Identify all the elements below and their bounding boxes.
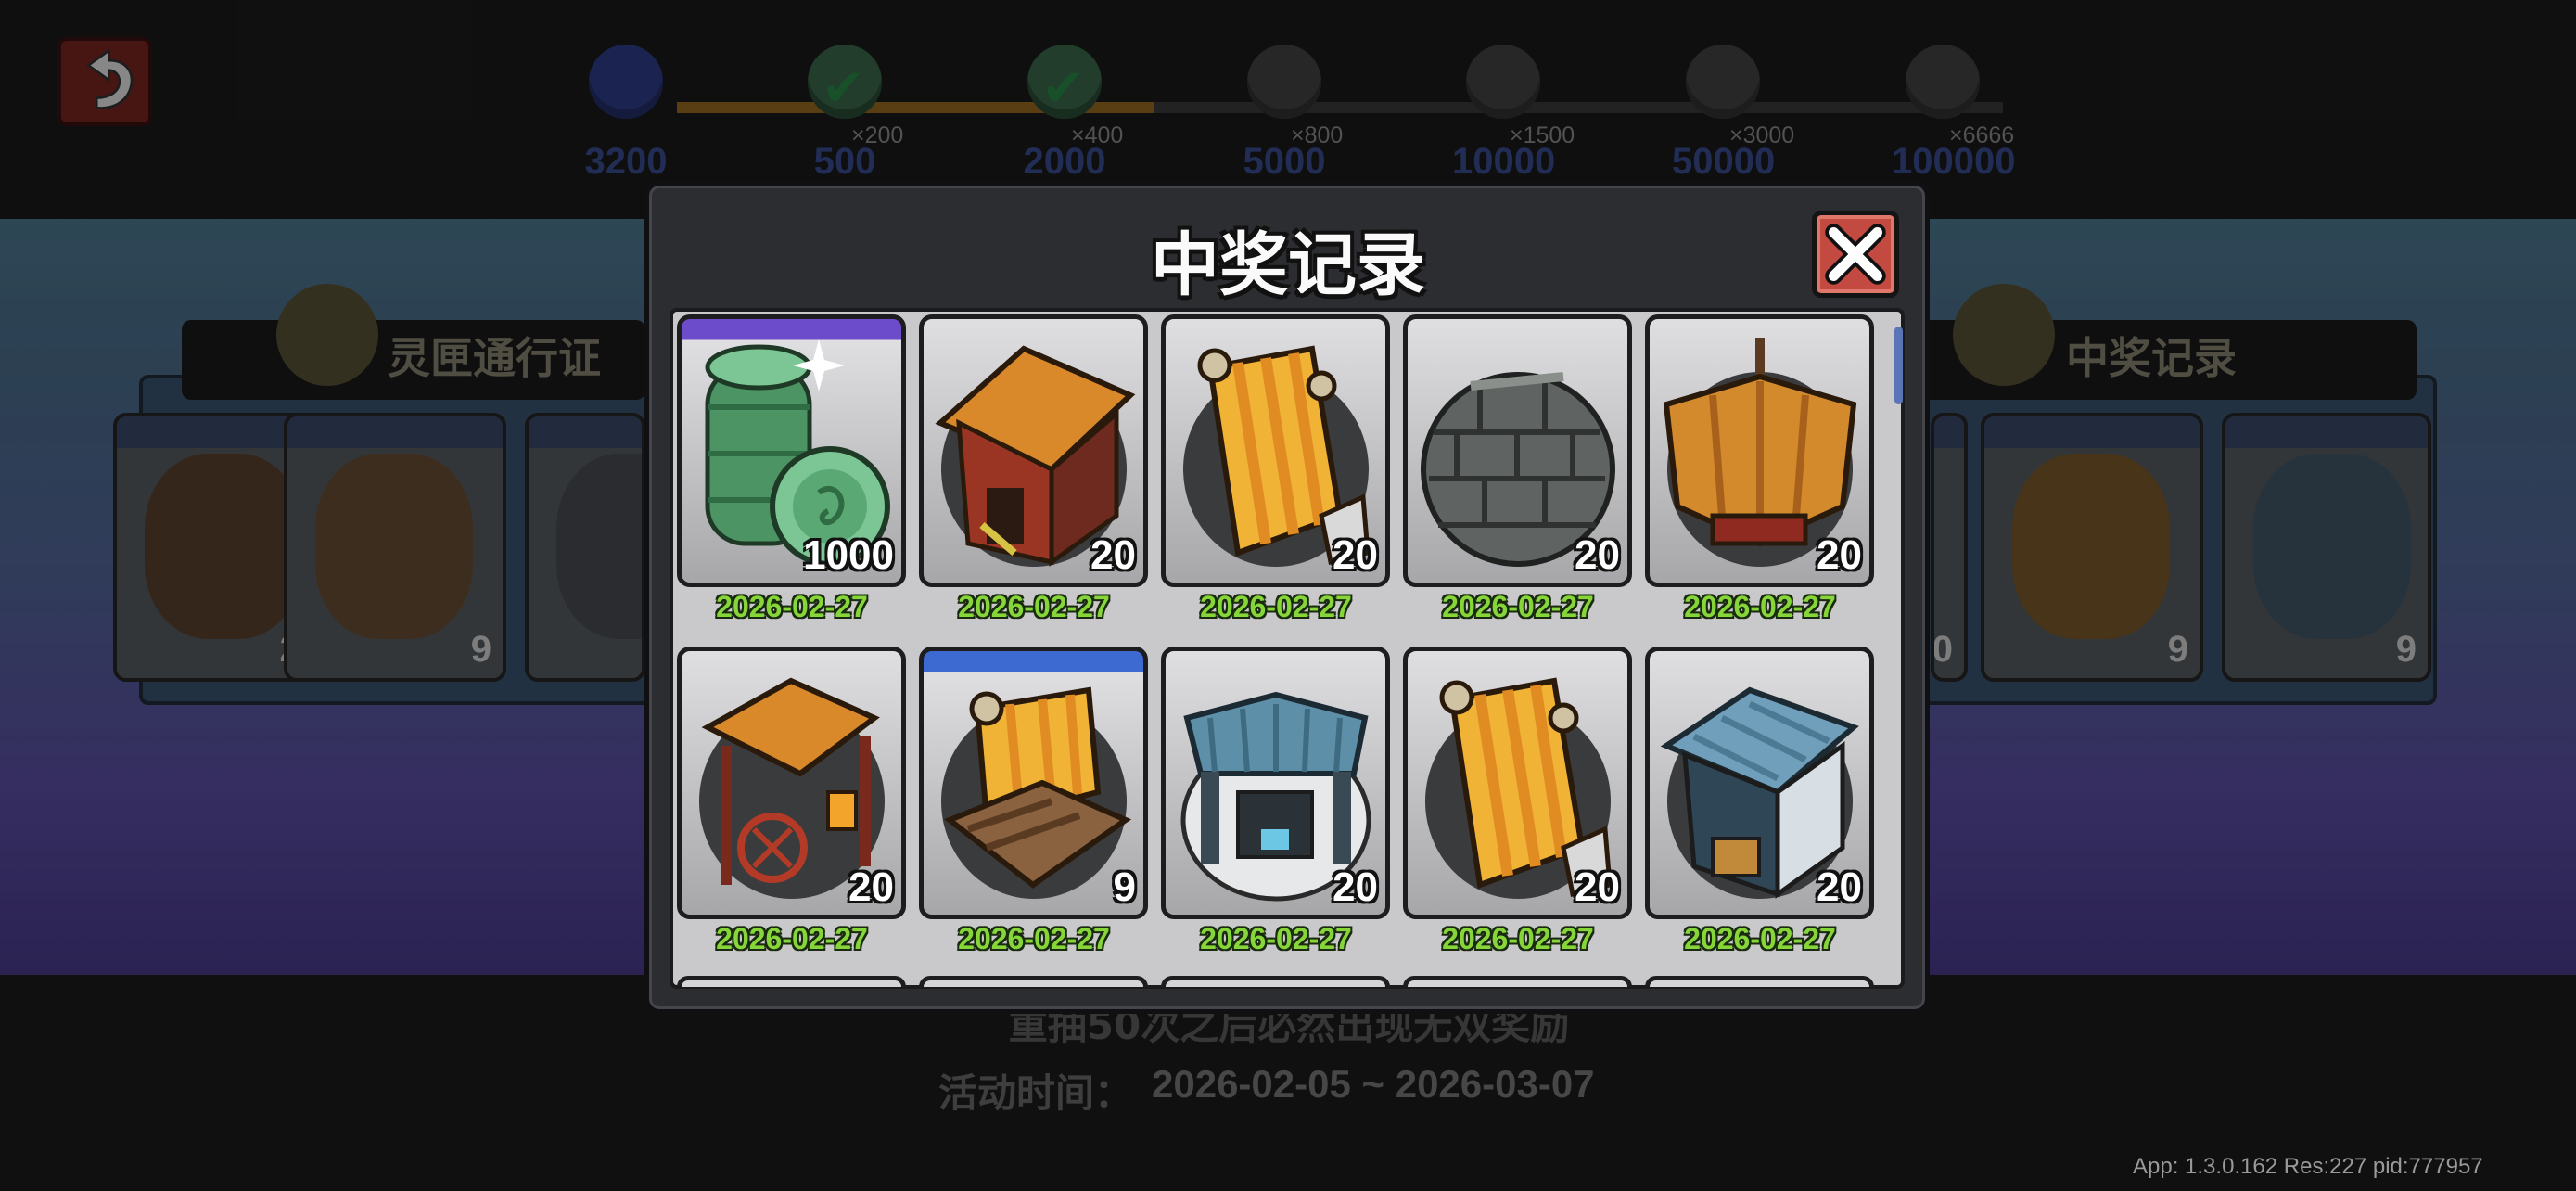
record-card[interactable]: 20 — [1403, 647, 1632, 919]
record-date: 2026-02-27 — [1442, 922, 1594, 955]
record-qty: 9 — [1113, 864, 1136, 910]
record-date: 2026-02-27 — [716, 590, 868, 623]
record-card-partial[interactable] — [1403, 976, 1632, 987]
record-card[interactable]: 20 — [1645, 647, 1874, 919]
app-version-info: App: 1.3.0.162 Res:227 pid:777957 — [2133, 1154, 2483, 1179]
record-card[interactable]: 1000 — [677, 314, 906, 587]
record-qty: 20 — [1090, 532, 1136, 578]
record-qty: 20 — [1817, 532, 1862, 578]
record-card[interactable]: 9 — [919, 647, 1148, 919]
record-date: 2026-02-27 — [1200, 590, 1352, 623]
record-card[interactable]: 20 — [1645, 314, 1874, 587]
modal-title: 中奖记录 — [1151, 225, 1425, 305]
record-qty: 20 — [1817, 864, 1862, 910]
record-date: 2026-02-27 — [1200, 922, 1352, 955]
record-qty: 1000 — [803, 532, 894, 578]
record-qty: 20 — [1575, 864, 1620, 910]
record-card-partial[interactable] — [919, 976, 1148, 987]
record-card-partial[interactable] — [1161, 976, 1390, 987]
record-card[interactable]: 20 — [677, 647, 906, 919]
record-qty: 20 — [1333, 864, 1378, 910]
record-date: 2026-02-27 — [1442, 590, 1594, 623]
record-date: 2026-02-27 — [958, 590, 1110, 623]
record-card[interactable]: 20 — [1403, 314, 1632, 587]
record-card-partial[interactable] — [677, 976, 906, 987]
record-date: 2026-02-27 — [1684, 590, 1836, 623]
scrollbar-thumb[interactable] — [1894, 327, 1903, 404]
close-button[interactable] — [1812, 211, 1899, 298]
record-qty: 20 — [848, 864, 894, 910]
record-qty: 20 — [1575, 532, 1620, 578]
record-date: 2026-02-27 — [716, 922, 868, 955]
record-card[interactable]: 20 — [919, 314, 1148, 587]
record-date: 2026-02-27 — [958, 922, 1110, 955]
lumber-cart-icon — [941, 686, 1132, 899]
record-card-partial[interactable] — [1645, 976, 1874, 987]
record-qty: 20 — [1333, 532, 1378, 578]
record-date: 2026-02-27 — [1684, 922, 1836, 955]
record-card[interactable]: 20 — [1161, 647, 1390, 919]
close-x-icon — [1825, 224, 1886, 285]
record-card[interactable]: 20 — [1161, 314, 1390, 587]
